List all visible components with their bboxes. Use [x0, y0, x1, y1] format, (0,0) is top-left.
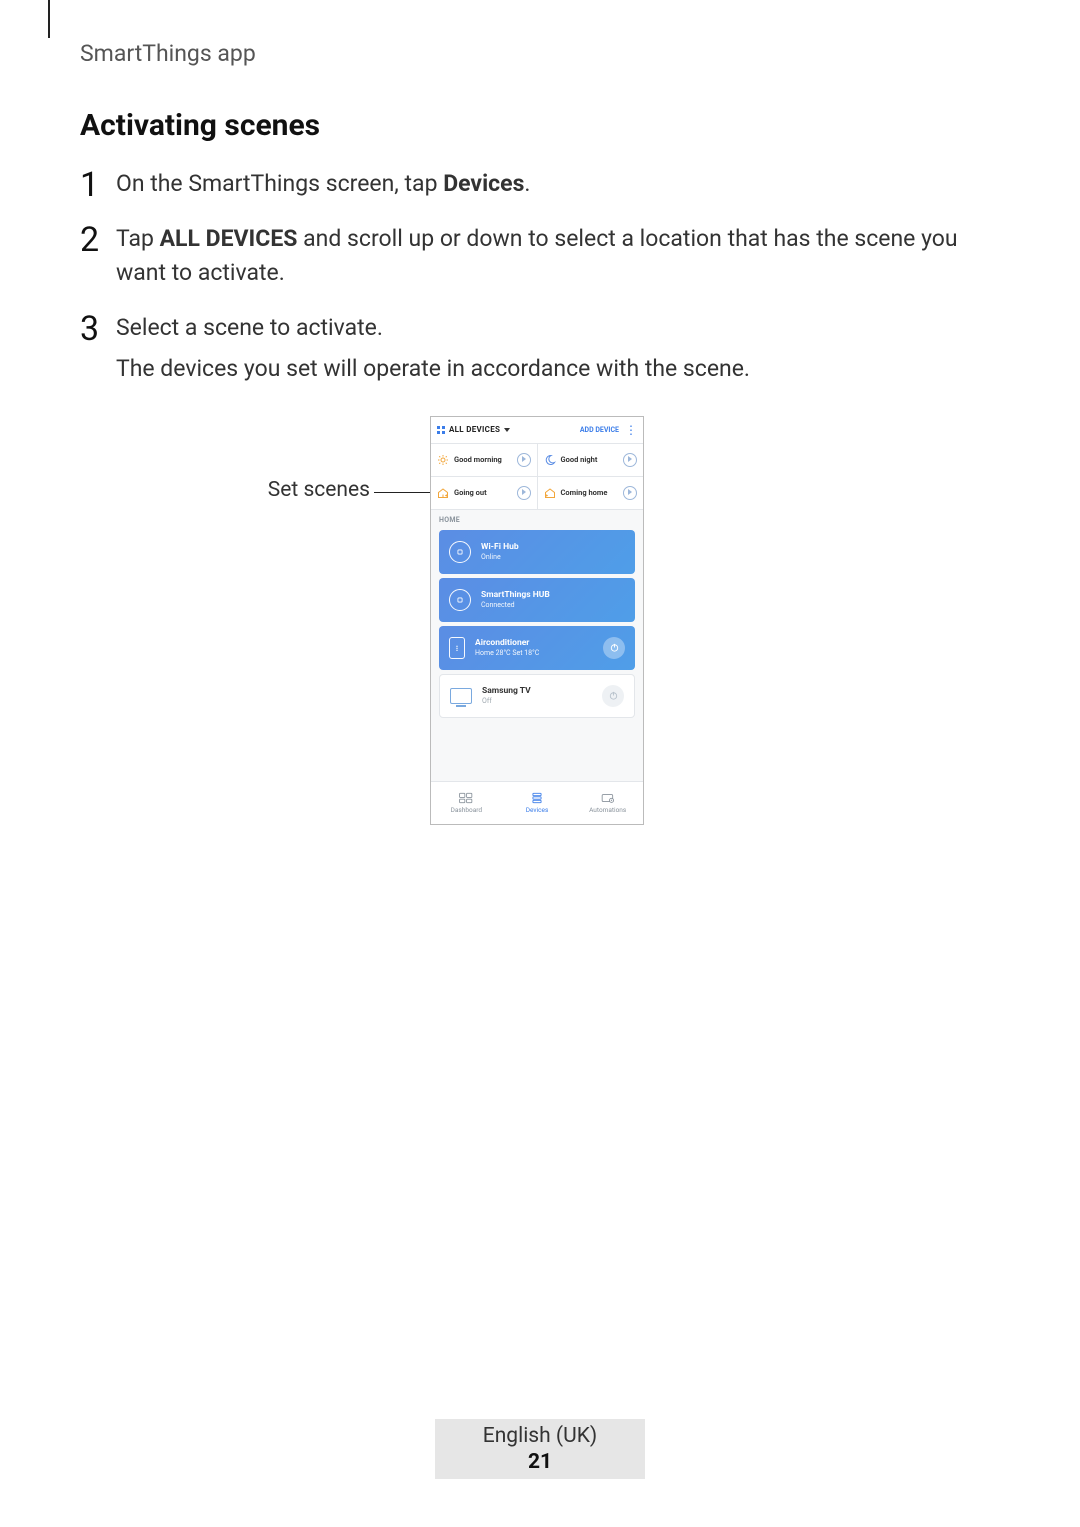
nav-label: Dashboard	[451, 806, 482, 814]
step-2-bold: ALL DEVICES	[160, 225, 298, 252]
device-title: Airconditioner	[475, 638, 593, 648]
sun-icon	[437, 454, 449, 466]
scene-label: Coming home	[561, 488, 619, 497]
callout-set-scenes-label: Set scenes	[250, 478, 370, 502]
scene-label: Good morning	[454, 455, 512, 464]
chevron-down-icon	[504, 428, 510, 432]
device-status: Connected	[481, 601, 625, 609]
scene-label: Going out	[454, 488, 512, 497]
page-edge-mark	[48, 0, 50, 38]
section-title: Activating scenes	[80, 108, 1000, 143]
steps-list: On the SmartThings screen, tap Devices. …	[80, 167, 1000, 386]
nav-label: Devices	[526, 806, 549, 814]
step-3: Select a scene to activate. The devices …	[80, 311, 1000, 386]
page-footer: English (UK) 21	[0, 1419, 1080, 1479]
scene-good-morning[interactable]: Good morning	[431, 444, 537, 476]
step-1: On the SmartThings screen, tap Devices.	[80, 167, 1000, 200]
figure: Set scenes ALL DEVICES ADD DEVICE ⋮	[80, 416, 1000, 836]
phone-screenshot: ALL DEVICES ADD DEVICE ⋮ G	[430, 416, 644, 825]
device-smartthings-hub[interactable]: SmartThings HUB Connected	[439, 578, 635, 622]
phone-header: ALL DEVICES ADD DEVICE ⋮	[431, 417, 643, 443]
house-out-icon	[437, 487, 449, 499]
nav-label: Automations	[589, 806, 626, 814]
play-icon[interactable]	[623, 486, 637, 500]
device-airconditioner[interactable]: Airconditioner Home 28°C Set 18°C	[439, 626, 635, 670]
house-in-icon	[544, 487, 556, 499]
running-header: SmartThings app	[80, 40, 256, 67]
step-1-text-pre: On the SmartThings screen, tap	[116, 170, 443, 197]
power-button[interactable]	[603, 637, 625, 659]
device-title: Wi-Fi Hub	[481, 542, 625, 552]
footer-language: English (UK)	[483, 1424, 597, 1448]
scene-coming-home[interactable]: Coming home	[537, 477, 644, 509]
device-status: Online	[481, 553, 625, 561]
play-icon[interactable]	[517, 453, 531, 467]
devices-icon	[530, 792, 544, 804]
step-3-text-b: The devices you set will operate in acco…	[116, 352, 1000, 385]
device-status: Home 28°C Set 18°C	[475, 649, 593, 657]
tv-icon	[450, 688, 472, 704]
play-icon[interactable]	[623, 453, 637, 467]
scene-label: Good night	[561, 455, 619, 464]
step-3-text-a: Select a scene to activate.	[116, 314, 383, 341]
bottom-nav: Dashboard Devices Automations	[431, 781, 643, 824]
scene-good-night[interactable]: Good night	[537, 444, 644, 476]
step-2-text-pre: Tap	[116, 225, 160, 252]
moon-icon	[544, 454, 556, 466]
scene-going-out[interactable]: Going out	[431, 477, 537, 509]
device-status: Off	[482, 697, 592, 705]
device-samsung-tv[interactable]: Samsung TV Off	[439, 674, 635, 718]
device-wifi-hub[interactable]: Wi-Fi Hub Online	[439, 530, 635, 574]
play-icon[interactable]	[517, 486, 531, 500]
step-2: Tap ALL DEVICES and scroll up or down to…	[80, 222, 1000, 289]
step-1-text-post: .	[524, 170, 530, 197]
dashboard-icon	[459, 792, 473, 804]
more-menu-icon[interactable]: ⋮	[625, 426, 637, 434]
hub-icon	[449, 541, 471, 563]
scenes-panel: Good morning Good night	[431, 443, 643, 510]
footer-page-number: 21	[528, 1450, 552, 1474]
ac-icon	[449, 637, 465, 659]
automations-icon	[601, 792, 615, 804]
nav-devices[interactable]: Devices	[502, 782, 573, 824]
device-title: SmartThings HUB	[481, 590, 625, 600]
home-section-label: HOME	[431, 510, 643, 526]
hub-icon	[449, 589, 471, 611]
add-device-button[interactable]: ADD DEVICE	[580, 426, 619, 434]
all-devices-dropdown[interactable]: ALL DEVICES	[449, 425, 500, 434]
power-button[interactable]	[602, 685, 624, 707]
step-1-bold: Devices	[443, 170, 524, 197]
nav-automations[interactable]: Automations	[572, 782, 643, 824]
callout-leader-line	[374, 492, 430, 493]
device-title: Samsung TV	[482, 686, 592, 696]
nav-dashboard[interactable]: Dashboard	[431, 782, 502, 824]
grid-icon	[437, 426, 445, 434]
